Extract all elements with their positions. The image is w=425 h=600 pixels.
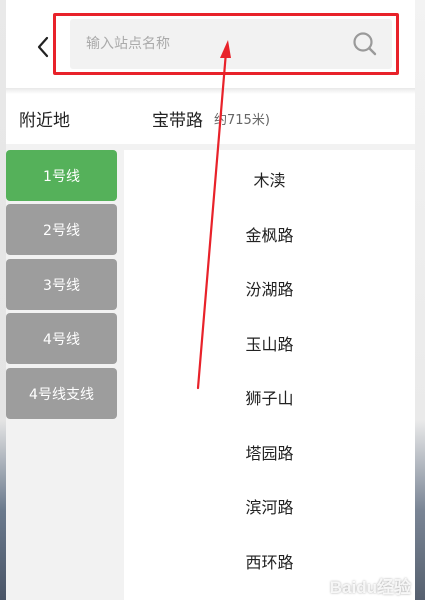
nearby-station-name[interactable]: 宝带路 [152, 106, 203, 131]
search-icon[interactable] [352, 31, 378, 57]
station-item[interactable]: 滨河路 [124, 486, 415, 526]
header-divider [6, 88, 415, 94]
line-item-4[interactable]: 4号线 [6, 313, 117, 364]
line-item-3[interactable]: 3号线 [6, 259, 117, 310]
paw-logo-icon [309, 577, 325, 592]
station-list: 木渎 金枫路 汾湖路 玉山路 狮子山 塔园路 滨河路 西环路 [124, 150, 415, 600]
nearby-station-row[interactable]: 附近地 宝带路 约715米) [6, 96, 415, 142]
station-item[interactable]: 塔园路 [124, 432, 415, 472]
metro-station-search-page: 附近地 宝带路 约715米) 1号线 2号线 3号线 4号线 4号线支线 木渎 … [0, 0, 425, 600]
chevron-left-icon [37, 36, 49, 58]
header-bar [6, 0, 415, 92]
background-edge-right [415, 0, 425, 600]
station-item[interactable]: 金枫路 [124, 214, 415, 254]
nearby-station-distance: 约715米) [214, 113, 270, 128]
station-item[interactable]: 狮子山 [124, 377, 415, 417]
nearby-title: 附近地 [19, 111, 70, 131]
watermark: Baidu经验 [308, 574, 411, 597]
watermark-text: Baidu经验 [329, 577, 411, 597]
line-item-2[interactable]: 2号线 [6, 204, 117, 255]
station-item[interactable]: 汾湖路 [124, 268, 415, 308]
back-button[interactable] [28, 30, 58, 64]
search-input[interactable] [86, 32, 326, 56]
station-item[interactable]: 玉山路 [124, 323, 415, 363]
search-box[interactable] [70, 19, 392, 69]
line-list: 1号线 2号线 3号线 4号线 4号线支线 [6, 150, 124, 600]
station-item[interactable]: 木渎 [124, 159, 415, 199]
line-item-1[interactable]: 1号线 [6, 150, 117, 201]
line-item-4-branch[interactable]: 4号线支线 [6, 368, 117, 419]
